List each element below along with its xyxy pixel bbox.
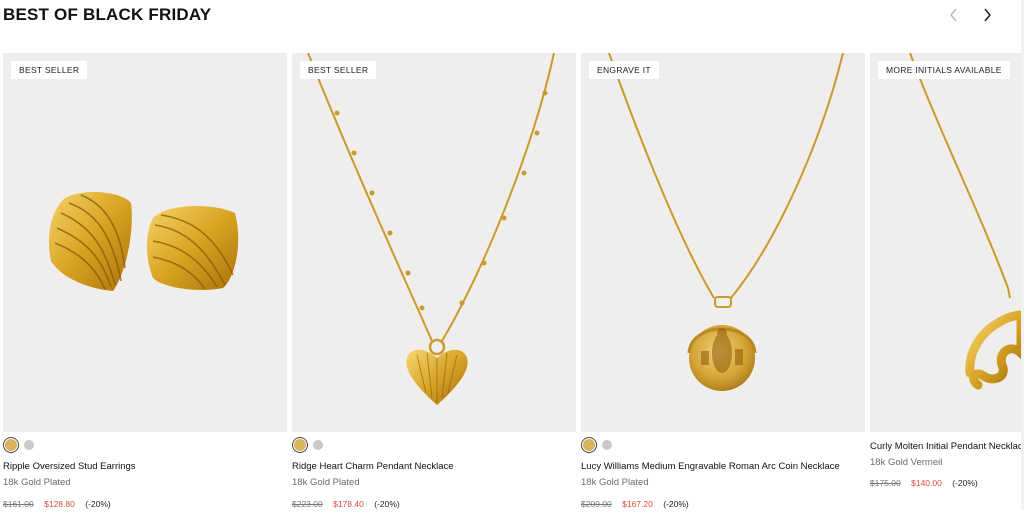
product-prices: $223.00 $178.40 (-20%) [292, 499, 400, 509]
product-finish: 18k Gold Plated [581, 477, 649, 488]
original-price: $209.00 [581, 499, 612, 509]
product-prices: $175.00 $140.00 (-20%) [870, 478, 978, 488]
product-name[interactable]: Ripple Oversized Stud Earrings [3, 461, 136, 472]
product-badge: BEST SELLER [300, 61, 377, 79]
product-badge: BEST SELLER [11, 61, 88, 79]
swatch-silver[interactable] [602, 440, 612, 450]
product-finish: 18k Gold Plated [292, 477, 360, 488]
sale-price: $128.80 [44, 499, 75, 509]
color-swatches [581, 439, 612, 451]
section-title: BEST OF BLACK FRIDAY [3, 5, 212, 24]
discount-label: (-20%) [952, 478, 978, 488]
product-badge: MORE INITIALS AVAILABLE [878, 61, 1010, 79]
earrings-illustration [48, 191, 239, 291]
heart-necklace-illustration [307, 53, 555, 405]
product-prices: $161.00 $128.80 (-20%) [3, 499, 111, 509]
discount-label: (-20%) [374, 499, 400, 509]
discount-label: (-20%) [85, 499, 111, 509]
product-image[interactable]: ENGRAVE IT [581, 53, 865, 432]
product-finish: 18k Gold Plated [3, 477, 71, 488]
original-price: $223.00 [292, 499, 323, 509]
product-card-ridge-heart[interactable]: BEST SELLER Ridge Heart Charm Pendant Ne… [292, 53, 576, 513]
carousel-next-button[interactable] [978, 6, 996, 24]
swatch-silver[interactable] [313, 440, 323, 450]
swatch-silver[interactable] [24, 440, 34, 450]
swatch-gold[interactable] [294, 439, 306, 451]
product-prices: $209.00 $167.20 (-20%) [581, 499, 689, 509]
product-image[interactable]: BEST SELLER [292, 53, 576, 432]
product-card-curly-initial[interactable]: MORE INITIALS AVAILABLE Curly Molten Ini… [870, 53, 1021, 513]
sale-price: $178.40 [333, 499, 364, 509]
product-finish: 18k Gold Vermeil [870, 457, 943, 468]
chevron-left-icon [950, 8, 957, 22]
swatch-gold[interactable] [5, 439, 17, 451]
swatch-gold[interactable] [583, 439, 595, 451]
product-card-roman-coin[interactable]: ENGRAVE IT Lucy Williams Medium Engravab… [581, 53, 865, 513]
color-swatches [3, 439, 34, 451]
carousel-prev-button[interactable] [945, 6, 963, 24]
product-name[interactable]: Curly Molten Initial Pendant Necklace [870, 441, 1021, 452]
chevron-right-icon [984, 8, 991, 22]
coin-necklace-illustration [608, 53, 844, 391]
sale-price: $140.00 [911, 478, 942, 488]
product-image[interactable]: MORE INITIALS AVAILABLE [870, 53, 1021, 432]
initial-necklace-illustration [909, 53, 1021, 390]
product-badge: ENGRAVE IT [589, 61, 659, 79]
product-image[interactable]: BEST SELLER [3, 53, 287, 432]
product-name[interactable]: Lucy Williams Medium Engravable Roman Ar… [581, 461, 840, 472]
color-swatches [292, 439, 323, 451]
product-card-ripple-earrings[interactable]: BEST SELLER Ripple Oversized Stud Earrin… [3, 53, 287, 513]
original-price: $175.00 [870, 478, 901, 488]
sale-price: $167.20 [622, 499, 653, 509]
original-price: $161.00 [3, 499, 34, 509]
product-name[interactable]: Ridge Heart Charm Pendant Necklace [292, 461, 454, 472]
discount-label: (-20%) [663, 499, 689, 509]
